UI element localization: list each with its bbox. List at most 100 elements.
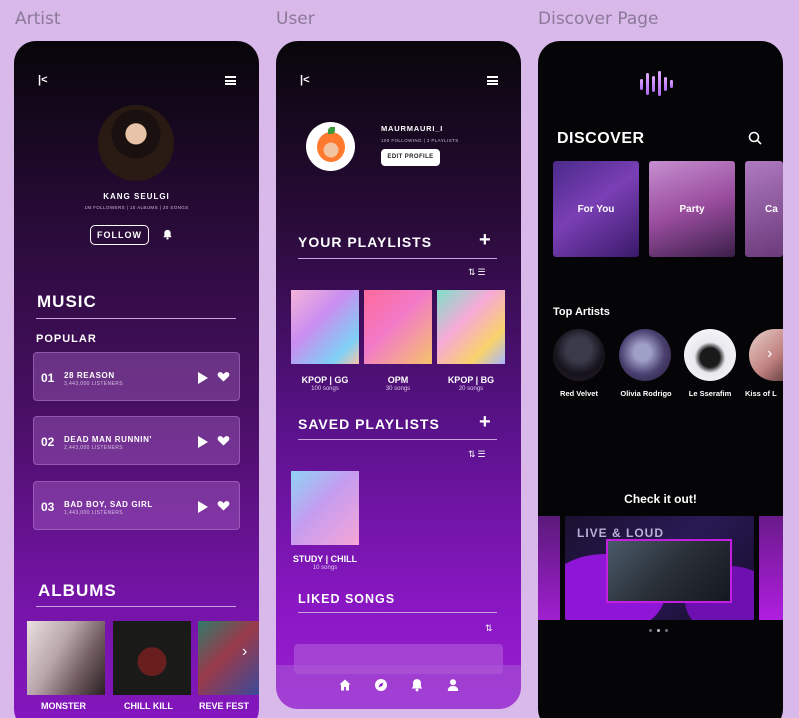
add-saved-icon[interactable]: + bbox=[479, 412, 491, 432]
sort-icon[interactable]: ⇅☰ bbox=[468, 267, 488, 278]
carousel-dot[interactable] bbox=[665, 629, 668, 632]
discover-title: DISCOVER bbox=[557, 130, 645, 147]
artist-avatar bbox=[98, 105, 174, 181]
search-icon[interactable] bbox=[748, 131, 762, 145]
back-icon[interactable]: |< bbox=[300, 75, 310, 86]
album-cover[interactable] bbox=[27, 621, 105, 695]
playlist-name: KPOP | BG bbox=[447, 375, 495, 385]
album-title: MONSTER bbox=[41, 701, 86, 711]
artist-avatar[interactable] bbox=[684, 329, 736, 381]
bell-icon[interactable] bbox=[410, 678, 424, 692]
playlists-divider bbox=[298, 258, 497, 259]
home-icon[interactable] bbox=[338, 678, 352, 692]
your-playlists-heading: YOUR PLAYLISTS bbox=[298, 234, 433, 250]
albums-heading: ALBUMS bbox=[38, 581, 117, 600]
saved-playlist-cover[interactable] bbox=[291, 471, 359, 545]
genre-card-partial[interactable]: Ca bbox=[745, 161, 783, 257]
artist-avatar[interactable] bbox=[749, 329, 783, 381]
carousel-slide[interactable]: LIVE & LOUD bbox=[565, 516, 754, 620]
song-card[interactable]: 01 28 REASON 3,443,000 LISTENERS bbox=[33, 352, 240, 401]
username: MAURMAURI_I bbox=[381, 124, 444, 133]
logo-icon bbox=[652, 76, 655, 92]
artist-name: Olivia Rodrigo bbox=[620, 389, 672, 398]
song-title: 28 REASON bbox=[64, 371, 115, 380]
song-listeners: 2,443,000 LISTENERS bbox=[64, 445, 124, 451]
playlist-name: KPOP | GG bbox=[301, 375, 349, 385]
top-artists-heading: Top Artists bbox=[553, 306, 610, 318]
popular-heading: POPULAR bbox=[36, 333, 97, 345]
playlist-count: 100 songs bbox=[311, 386, 339, 392]
edit-profile-button[interactable]: EDIT PROFILE bbox=[381, 149, 440, 166]
liked-songs-heading: LIKED SONGS bbox=[298, 592, 396, 606]
heart-icon[interactable] bbox=[217, 499, 230, 512]
song-title: BAD BOY, SAD GIRL bbox=[64, 500, 153, 509]
logo-icon bbox=[646, 73, 649, 95]
profile-icon[interactable] bbox=[446, 678, 460, 692]
playlist-count: 30 songs bbox=[385, 386, 411, 392]
artist-avatar[interactable] bbox=[619, 329, 671, 381]
bell-icon[interactable] bbox=[162, 229, 173, 240]
chevron-right-icon[interactable]: › bbox=[767, 346, 772, 362]
playlist-name: OPM bbox=[387, 375, 409, 385]
play-icon[interactable] bbox=[198, 501, 208, 513]
album-title: REVE FEST bbox=[199, 701, 250, 711]
album-title: CHILL KILL bbox=[124, 701, 173, 711]
artist-name: KANG SEULGI bbox=[103, 192, 170, 201]
back-icon[interactable]: |< bbox=[38, 75, 48, 86]
follow-button[interactable]: FOLLOW bbox=[90, 225, 149, 245]
user-screen: |< MAURMAURI_I 100 FOLLOWING | 3 PLAYLIS… bbox=[276, 41, 521, 709]
artist-frame-label: Artist bbox=[15, 9, 61, 29]
sort-icon[interactable]: ⇅ bbox=[485, 623, 495, 634]
heart-icon[interactable] bbox=[217, 370, 230, 383]
carousel-photo bbox=[606, 539, 732, 603]
artist-screen: |< KANG SEULGI 1M FOLLOWERS | 10 ALBUMS … bbox=[14, 41, 259, 718]
logo-icon bbox=[640, 79, 643, 90]
discover-screen: DISCOVER For You Party Ca Top Artists › … bbox=[538, 41, 783, 718]
song-listeners: 1,443,000 LISTENERS bbox=[64, 510, 124, 516]
menu-icon[interactable] bbox=[225, 76, 236, 85]
song-title: DEAD MAN RUNNIN' bbox=[64, 435, 152, 444]
album-cover[interactable] bbox=[113, 621, 191, 695]
play-icon[interactable] bbox=[198, 436, 208, 448]
genre-card-for-you[interactable]: For You bbox=[553, 161, 639, 257]
logo-icon bbox=[670, 80, 673, 88]
artist-stats: 1M FOLLOWERS | 10 ALBUMS | 20 SONGS bbox=[84, 205, 189, 210]
playlist-cover[interactable] bbox=[291, 290, 359, 364]
user-avatar bbox=[306, 122, 355, 171]
saved-playlist-name: STUDY | CHILL bbox=[292, 554, 358, 564]
artist-avatar[interactable] bbox=[553, 329, 605, 381]
liked-divider bbox=[298, 612, 497, 613]
add-playlist-icon[interactable]: + bbox=[479, 230, 491, 250]
playlist-cover[interactable] bbox=[364, 290, 432, 364]
heart-icon[interactable] bbox=[217, 434, 230, 447]
carousel-dot[interactable] bbox=[649, 629, 652, 632]
music-divider bbox=[36, 318, 236, 319]
carousel-dot-active[interactable] bbox=[657, 629, 660, 632]
carousel-next-slide[interactable] bbox=[759, 516, 783, 620]
playlist-count: 20 songs bbox=[458, 386, 484, 392]
chevron-right-icon[interactable]: › bbox=[242, 644, 247, 660]
saved-divider bbox=[298, 439, 497, 440]
albums-divider bbox=[36, 606, 236, 607]
playlist-cover[interactable] bbox=[437, 290, 505, 364]
saved-playlists-heading: SAVED PLAYLISTS bbox=[298, 416, 440, 432]
user-stats: 100 FOLLOWING | 3 PLAYLISTS bbox=[381, 138, 459, 143]
song-card[interactable]: 02 DEAD MAN RUNNIN' 2,443,000 LISTENERS bbox=[33, 416, 240, 465]
user-frame-label: User bbox=[276, 9, 315, 29]
discover-frame-label: Discover Page bbox=[538, 9, 659, 29]
album-cover[interactable] bbox=[198, 621, 259, 695]
song-card[interactable]: 03 BAD BOY, SAD GIRL 1,443,000 LISTENERS bbox=[33, 481, 240, 530]
genre-label: Party bbox=[679, 204, 705, 215]
genre-card-party[interactable]: Party bbox=[649, 161, 735, 257]
saved-playlist-count: 10 songs bbox=[312, 565, 338, 571]
compass-icon[interactable] bbox=[374, 678, 388, 692]
song-number: 03 bbox=[41, 500, 55, 514]
song-number: 01 bbox=[41, 371, 55, 385]
play-icon[interactable] bbox=[198, 372, 208, 384]
carousel-prev-slide[interactable] bbox=[538, 516, 560, 620]
sort-icon[interactable]: ⇅☰ bbox=[468, 449, 488, 460]
artist-name: Le Sserafim bbox=[688, 389, 732, 398]
logo-icon bbox=[658, 71, 661, 96]
menu-icon[interactable] bbox=[487, 76, 498, 85]
song-listeners: 3,443,000 LISTENERS bbox=[64, 381, 124, 387]
